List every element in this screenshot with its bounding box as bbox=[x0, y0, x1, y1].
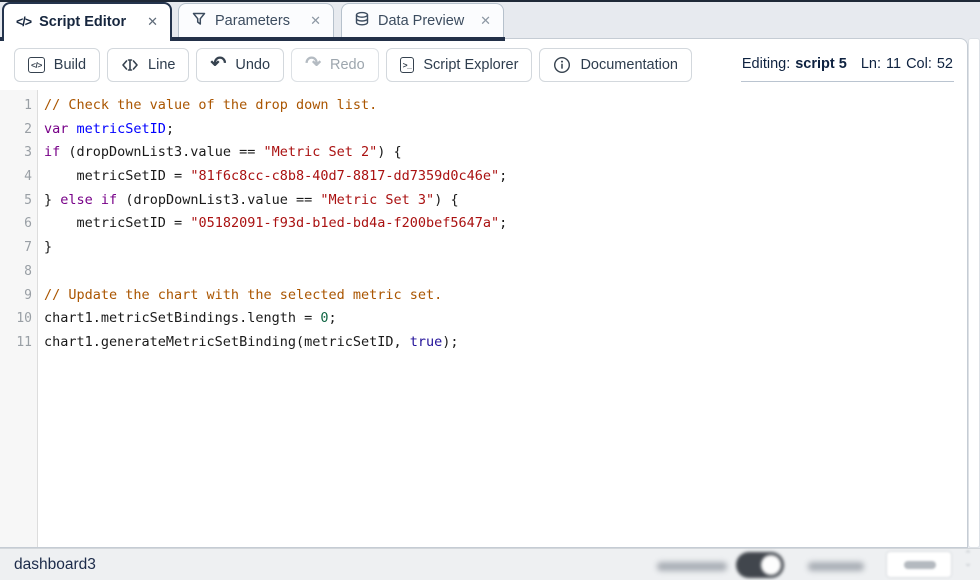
code-line[interactable]: metricSetID = "81f6c8cc-c8b8-40d7-8817-d… bbox=[44, 165, 967, 189]
line-number: 7 bbox=[0, 236, 32, 260]
documentation-button[interactable]: Documentation bbox=[539, 48, 692, 82]
footer-bar: dashboard3 ⌃⌄ bbox=[0, 548, 980, 580]
col-label: Col: bbox=[906, 56, 932, 72]
build-code-icon: </> bbox=[28, 57, 45, 73]
close-icon[interactable]: ✕ bbox=[147, 14, 158, 30]
line-number: 1 bbox=[0, 94, 32, 118]
code-line[interactable] bbox=[44, 260, 967, 284]
redo-button: ↷ Redo bbox=[291, 48, 379, 82]
line-number: 9 bbox=[0, 284, 32, 308]
code-line[interactable]: } bbox=[44, 236, 967, 260]
code-line[interactable]: // Check the value of the drop down list… bbox=[44, 94, 967, 118]
editor-gutter: 1234567891011 bbox=[0, 90, 38, 547]
line-number: 4 bbox=[0, 165, 32, 189]
code-line[interactable]: // Update the chart with the selected me… bbox=[44, 284, 967, 308]
filter-icon bbox=[191, 11, 207, 31]
code-line[interactable]: chart1.metricSetBindings.length = 0; bbox=[44, 307, 967, 331]
script-editor-panel: </> Build Line ↶ Undo ↷ Redo >_ Script E… bbox=[0, 38, 968, 548]
script-explorer-button[interactable]: >_ Script Explorer bbox=[386, 48, 533, 82]
footer-blurred-label bbox=[808, 562, 864, 571]
code-editor[interactable]: 1234567891011 // Check the value of the … bbox=[0, 90, 967, 547]
code-line[interactable]: var metricSetID; bbox=[44, 118, 967, 142]
line-number: 6 bbox=[0, 212, 32, 236]
line-number: 3 bbox=[0, 141, 32, 165]
code-line[interactable]: chart1.generateMetricSetBinding(metricSe… bbox=[44, 331, 967, 355]
editing-label: Editing: bbox=[742, 56, 790, 72]
code-icon: </> bbox=[16, 15, 31, 29]
footer-blurred-label bbox=[657, 562, 727, 571]
footer-blurred-button[interactable] bbox=[886, 551, 952, 578]
undo-button[interactable]: ↶ Undo bbox=[196, 48, 284, 82]
footer-toggle-switch[interactable] bbox=[736, 552, 784, 578]
line-number: 2 bbox=[0, 118, 32, 142]
tab-data-preview[interactable]: Data Preview ✕ bbox=[341, 3, 504, 37]
line-number: 11 bbox=[0, 331, 32, 355]
undo-icon: ↶ bbox=[210, 54, 226, 73]
toolbar: </> Build Line ↶ Undo ↷ Redo >_ Script E… bbox=[0, 39, 967, 89]
line-label: Ln: bbox=[861, 56, 881, 72]
code-line[interactable]: } else if (dropDownList3.value == "Metri… bbox=[44, 189, 967, 213]
info-icon bbox=[553, 56, 571, 74]
tab-parameters[interactable]: Parameters ✕ bbox=[178, 3, 334, 37]
close-icon[interactable]: ✕ bbox=[310, 13, 321, 29]
tab-label: Script Editor bbox=[39, 14, 126, 30]
code-lines[interactable]: // Check the value of the drop down list… bbox=[38, 90, 967, 547]
editing-target: script 5 bbox=[795, 56, 847, 72]
button-label: Build bbox=[54, 57, 86, 73]
dashboard-title: dashboard3 bbox=[14, 556, 96, 574]
line-button[interactable]: Line bbox=[107, 48, 189, 82]
redo-icon: ↷ bbox=[305, 54, 321, 73]
tab-label: Data Preview bbox=[378, 13, 464, 29]
button-label: Documentation bbox=[580, 57, 678, 73]
line-number: 8 bbox=[0, 260, 32, 284]
window-top-border bbox=[0, 0, 980, 2]
button-label: Undo bbox=[235, 57, 270, 73]
build-button[interactable]: </> Build bbox=[14, 48, 100, 82]
line-value: 11 bbox=[886, 56, 901, 72]
button-label: Script Explorer bbox=[423, 57, 518, 73]
line-number: 10 bbox=[0, 307, 32, 331]
button-label: Redo bbox=[330, 57, 365, 73]
line-cursor-icon bbox=[121, 57, 139, 73]
editing-status: Editing: script 5 Ln: 11 Col: 52 bbox=[741, 50, 954, 82]
code-line[interactable]: if (dropDownList3.value == "Metric Set 2… bbox=[44, 141, 967, 165]
button-label: Line bbox=[148, 57, 175, 73]
col-value: 52 bbox=[937, 56, 953, 72]
line-number: 5 bbox=[0, 189, 32, 213]
code-line[interactable]: metricSetID = "05182091-f93d-b1ed-bd4a-f… bbox=[44, 212, 967, 236]
terminal-icon: >_ bbox=[400, 57, 415, 73]
close-icon[interactable]: ✕ bbox=[480, 13, 491, 29]
tab-bar: </> Script Editor ✕ Parameters ✕ Data Pr… bbox=[0, 0, 980, 38]
tab-script-editor[interactable]: </> Script Editor ✕ bbox=[2, 2, 172, 41]
database-icon bbox=[354, 11, 370, 31]
tab-label: Parameters bbox=[215, 13, 290, 29]
footer-stepper-control[interactable]: ⌃⌄ bbox=[961, 550, 975, 576]
vertical-scrollbar-gutter[interactable] bbox=[968, 38, 980, 548]
